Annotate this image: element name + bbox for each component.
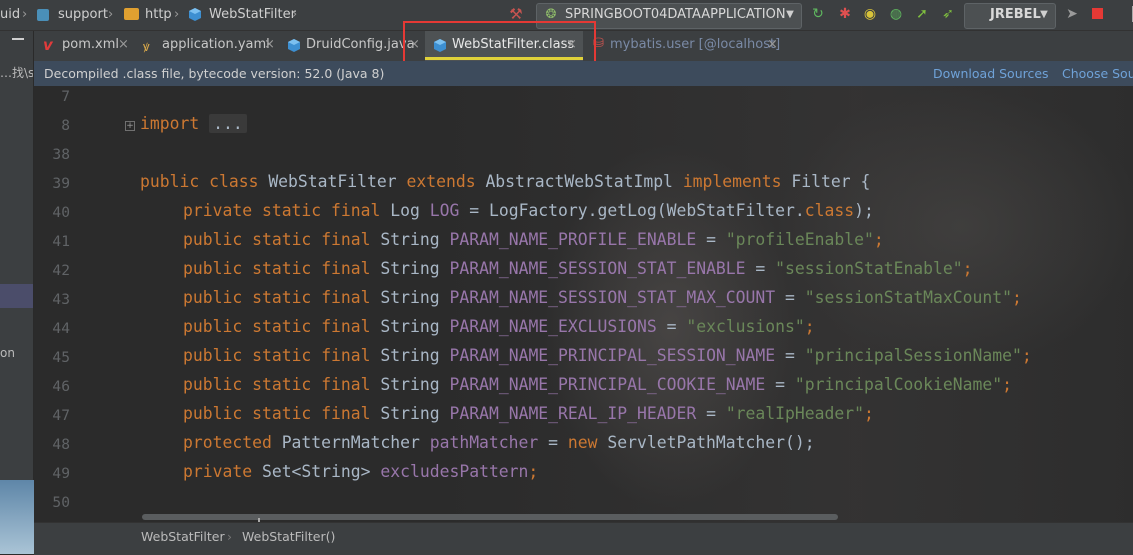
close-icon[interactable]: × (767, 31, 778, 61)
rerun-icon[interactable]: ↻ (810, 6, 826, 22)
line-number: 41 (52, 233, 70, 250)
toolbar-overflow (1116, 6, 1133, 22)
project-tree-selected-row[interactable] (0, 284, 33, 308)
background-image (0, 480, 34, 554)
code-line-log-field: private static final Log LOG = LogFactor… (183, 201, 874, 220)
line-number: 49 (52, 465, 70, 482)
project-path-text: …找\spr (0, 66, 33, 80)
line-number: 48 (52, 436, 70, 453)
chevron-down-icon: ▼ (786, 9, 794, 20)
breadcrumb-constructor[interactable]: WebStatFilter() (242, 522, 335, 552)
run-coverage-icon[interactable]: ◉ (862, 6, 878, 22)
line-number: 45 (52, 349, 70, 366)
class-file-icon (189, 8, 201, 21)
breadcrumb-class[interactable]: WebStatFilter (141, 522, 225, 552)
jrebel-label: JREBEL (990, 7, 1041, 22)
chevron-right-icon: › (227, 529, 232, 544)
line-number: 42 (52, 262, 70, 279)
choose-sources-link[interactable]: Choose Sou (1062, 61, 1133, 86)
chevron-down-icon: ▼ (1040, 9, 1048, 20)
horizontal-scrollbar[interactable] (142, 514, 838, 520)
code-line-field: public static final String PARAM_NAME_EX… (183, 317, 815, 336)
run-configuration-label: SPRINGBOOT04DATAAPPLICATION (565, 7, 786, 22)
line-number: 40 (52, 204, 70, 221)
minimize-panel-icon[interactable] (12, 38, 24, 40)
breadcrumb-http[interactable]: http (145, 0, 172, 30)
line-number: 7 (61, 88, 70, 105)
code-line-pathmatcher: protected PatternMatcher pathMatcher = n… (183, 433, 815, 452)
close-icon[interactable]: × (118, 31, 129, 61)
download-sources-link[interactable]: Download Sources (933, 61, 1049, 86)
line-number: 44 (52, 320, 70, 337)
breadcrumb-support[interactable]: support (58, 0, 108, 30)
tab-mybatis-user[interactable]: mybatis.user [@localhost] (610, 31, 780, 61)
yaml-icon: ꝟ (143, 40, 150, 55)
maven-icon: v (43, 36, 53, 54)
tab-application-yaml[interactable]: application.yaml (162, 31, 270, 61)
line-number: 38 (52, 146, 70, 163)
jrebel-update-icon[interactable]: ➤ (1064, 6, 1080, 22)
package-icon (37, 9, 49, 21)
code-line-excludes: private Set<String> excludesPattern; (183, 462, 539, 481)
chevron-right-icon: › (292, 7, 298, 22)
line-number: 46 (52, 378, 70, 395)
code-line-import: import ... (140, 114, 247, 133)
tab-druidconfig-java[interactable]: DruidConfig.java (306, 31, 415, 61)
close-icon[interactable]: × (264, 31, 275, 61)
package-folder-icon (124, 8, 139, 20)
line-number: 8 (61, 117, 70, 134)
stop-icon[interactable] (1092, 8, 1103, 19)
code-line-field: public static final String PARAM_NAME_PR… (183, 375, 1012, 394)
decompiled-info-text: Decompiled .class file, bytecode version… (44, 66, 385, 81)
line-number: 47 (52, 407, 70, 424)
code-line-class-declaration: public class WebStatFilter extends Abstr… (140, 172, 871, 191)
code-line-field: public static final String PARAM_NAME_RE… (183, 404, 874, 423)
chevron-right-icon: › (174, 7, 180, 22)
chevron-right-icon: › (108, 7, 114, 22)
debug-bug-icon[interactable]: ✱ (837, 6, 853, 22)
code-line-field: public static final String PARAM_NAME_PR… (183, 230, 884, 249)
code-line-field: public static final String PARAM_NAME_SE… (183, 288, 1022, 307)
jrebel-run-icon[interactable]: ➚ (914, 6, 930, 22)
breadcrumb-webstatfilter[interactable]: WebStatFilter (209, 0, 296, 30)
line-number: 39 (52, 175, 70, 192)
line-number: 43 (52, 291, 70, 308)
fold-expand-icon[interactable]: + (125, 121, 135, 131)
folded-imports[interactable]: ... (209, 114, 247, 133)
line-number: 50 (52, 494, 70, 511)
code-line-field: public static final String PARAM_NAME_SE… (183, 259, 973, 278)
chevron-right-icon: › (22, 7, 28, 22)
project-tree-item[interactable]: on (0, 346, 33, 360)
breadcrumb-project[interactable]: uid (0, 0, 20, 30)
code-line-field: public static final String PARAM_NAME_PR… (183, 346, 1032, 365)
class-icon (288, 39, 300, 52)
profile-icon[interactable]: ◍ (888, 6, 904, 22)
build-hammer-icon[interactable]: ⚒ (508, 6, 524, 22)
tab-pom-xml[interactable]: pom.xml (62, 31, 119, 61)
jrebel-debug-icon[interactable]: ➶ (940, 6, 956, 22)
